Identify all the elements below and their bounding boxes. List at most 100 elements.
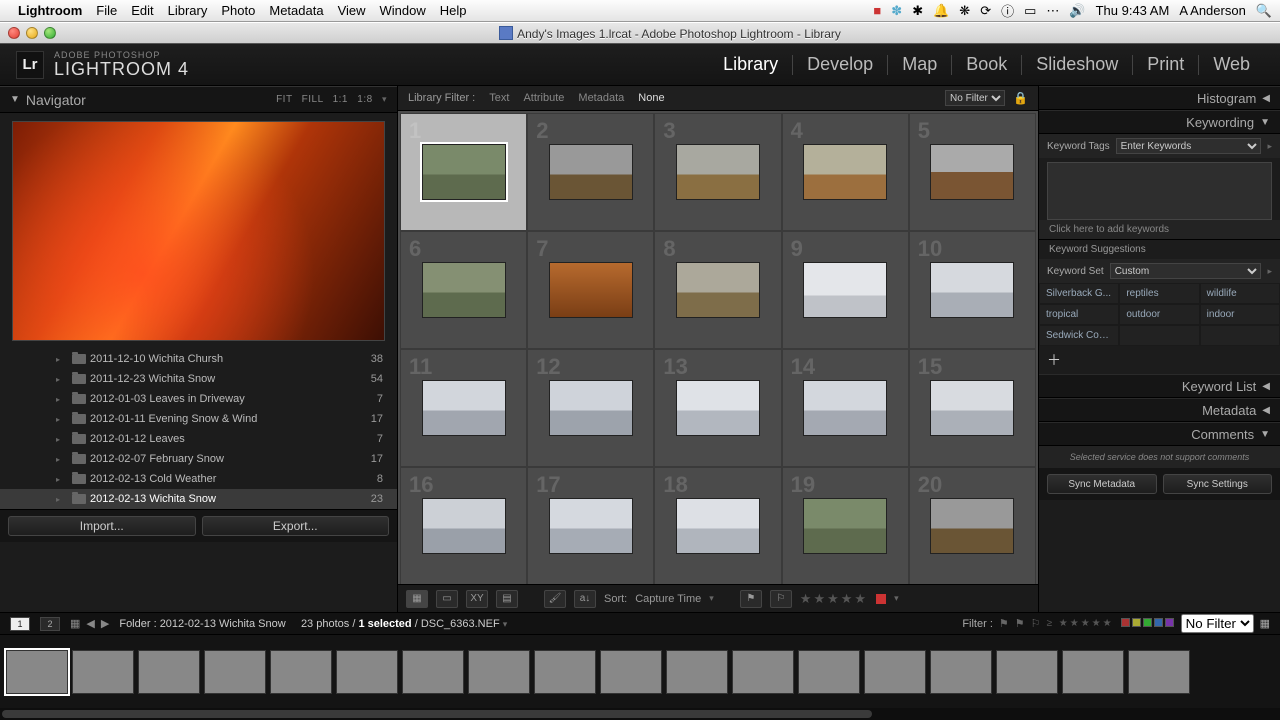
menu-file[interactable]: File: [96, 3, 117, 18]
status-icon[interactable]: ❋: [959, 3, 970, 19]
module-slideshow[interactable]: Slideshow: [1022, 54, 1132, 75]
display-icon[interactable]: ▭: [1024, 3, 1036, 19]
keyword-tags-mode[interactable]: Enter Keywords: [1116, 138, 1262, 154]
folder-row[interactable]: ▸2011-12-10 Wichita Chursh38: [0, 349, 397, 369]
folder-row[interactable]: ▸2012-02-13 Cold Weather8: [0, 469, 397, 489]
back-icon[interactable]: ◀: [86, 617, 94, 630]
module-develop[interactable]: Develop: [793, 54, 887, 75]
keyword-set-arrow-icon[interactable]: ▸: [1267, 266, 1272, 277]
filmstrip-thumb[interactable]: [1128, 650, 1190, 694]
grid-cell[interactable]: 14: [782, 349, 909, 467]
filmstrip[interactable]: [0, 634, 1280, 708]
folder-row[interactable]: ▸2012-02-13 Wichita Snow23: [0, 489, 397, 509]
filmstrip-thumb[interactable]: [336, 650, 398, 694]
grid-view-button[interactable]: ▦: [406, 590, 428, 608]
nav-zoom-fill[interactable]: FILL: [302, 94, 324, 105]
compare-view-button[interactable]: XY: [466, 590, 488, 608]
module-book[interactable]: Book: [952, 54, 1021, 75]
status-icon[interactable]: ■: [873, 3, 881, 18]
volume-icon[interactable]: 🔊: [1069, 3, 1085, 19]
keyword-add-button[interactable]: ＋: [1039, 346, 1280, 374]
filmstrip-thumb[interactable]: [270, 650, 332, 694]
painter-button[interactable]: 🖌: [544, 590, 566, 608]
menu-help[interactable]: Help: [440, 3, 467, 18]
rating-stars[interactable]: ★★★★★: [800, 591, 868, 607]
spotlight-icon[interactable]: 🔍: [1256, 3, 1272, 19]
filter-tab-metadata[interactable]: Metadata: [578, 92, 624, 104]
sync-metadata-button[interactable]: Sync Metadata: [1047, 474, 1157, 494]
nav-zoom-fit[interactable]: FIT: [276, 94, 292, 105]
filmstrip-thumb[interactable]: [996, 650, 1058, 694]
module-print[interactable]: Print: [1133, 54, 1198, 75]
filter-tab-attribute[interactable]: Attribute: [523, 92, 564, 104]
menubar-app[interactable]: Lightroom: [18, 3, 82, 18]
loupe-view-button[interactable]: ▭: [436, 590, 458, 608]
sort-value[interactable]: Capture Time: [635, 593, 701, 605]
keyword-suggestions-header[interactable]: Keyword Suggestions: [1039, 239, 1280, 259]
rating-filter[interactable]: ≥ ★★★★★: [1047, 618, 1114, 629]
menu-window[interactable]: Window: [380, 3, 426, 18]
grid-cell[interactable]: 5: [909, 113, 1036, 231]
sync-icon[interactable]: ⟳: [980, 3, 991, 19]
metadata-header[interactable]: Metadata◀: [1039, 398, 1280, 422]
filmstrip-filter-preset[interactable]: No Filter: [1181, 614, 1254, 633]
folder-row[interactable]: ▸2012-01-03 Leaves in Driveway7: [0, 389, 397, 409]
grid-cell[interactable]: 17: [527, 467, 654, 584]
module-library[interactable]: Library: [709, 54, 792, 75]
comments-header[interactable]: Comments▼: [1039, 422, 1280, 446]
keyword-entry-box[interactable]: [1047, 162, 1272, 220]
zoom-button[interactable]: [44, 27, 56, 39]
filmstrip-scrollbar[interactable]: [0, 708, 1280, 720]
keyword-chip[interactable]: [1200, 325, 1280, 346]
source-path[interactable]: Folder : 2012-02-13 Wichita Snow: [119, 618, 285, 630]
folder-row[interactable]: ▸2012-02-07 February Snow17: [0, 449, 397, 469]
secondary-display-2[interactable]: 2: [40, 617, 60, 631]
filmstrip-thumb[interactable]: [930, 650, 992, 694]
keyword-set-select[interactable]: Custom: [1110, 263, 1262, 279]
flag-filter-icon[interactable]: ⚑: [999, 617, 1009, 630]
nav-zoom-1to1[interactable]: 1:1: [333, 94, 348, 105]
keyword-chip[interactable]: wildlife: [1200, 283, 1280, 304]
folder-row[interactable]: ▸2012-01-12 Leaves7: [0, 429, 397, 449]
grid-cell[interactable]: 16: [400, 467, 527, 584]
notification-icon[interactable]: 🔔: [933, 3, 949, 19]
disclosure-icon[interactable]: ▼: [10, 94, 20, 105]
filmstrip-thumb[interactable]: [204, 650, 266, 694]
status-icon[interactable]: ✽: [891, 3, 902, 19]
flag-pick-button[interactable]: ⚑: [740, 590, 762, 608]
filter-lock-icon[interactable]: 🔒: [1013, 91, 1028, 105]
menu-library[interactable]: Library: [168, 3, 208, 18]
filmstrip-thumb[interactable]: [138, 650, 200, 694]
menu-metadata[interactable]: Metadata: [269, 3, 323, 18]
filmstrip-thumb[interactable]: [666, 650, 728, 694]
filmstrip-thumb[interactable]: [468, 650, 530, 694]
module-web[interactable]: Web: [1199, 54, 1264, 75]
filmstrip-thumb[interactable]: [402, 650, 464, 694]
keyword-list-header[interactable]: Keyword List◀: [1039, 374, 1280, 398]
keyword-chip[interactable]: indoor: [1200, 304, 1280, 325]
keyword-chip[interactable]: tropical: [1039, 304, 1119, 325]
color-filter[interactable]: [1120, 618, 1175, 630]
grid-cell[interactable]: 6: [400, 231, 527, 349]
histogram-header[interactable]: Histogram◀: [1039, 86, 1280, 110]
flag-reject-button[interactable]: ⚐: [770, 590, 792, 608]
grid-cell[interactable]: 9: [782, 231, 909, 349]
flag-filter-icon[interactable]: ⚐: [1031, 617, 1041, 630]
menubar-user[interactable]: A Anderson: [1179, 3, 1246, 18]
keywording-header[interactable]: Keywording▼: [1039, 110, 1280, 134]
menu-view[interactable]: View: [338, 3, 366, 18]
status-icon[interactable]: ⋯: [1046, 3, 1059, 19]
folder-row[interactable]: ▸2011-12-23 Wichita Snow54: [0, 369, 397, 389]
survey-view-button[interactable]: ▤: [496, 590, 518, 608]
status-icon[interactable]: ✱: [912, 3, 923, 19]
grid-cell[interactable]: 15: [909, 349, 1036, 467]
sync-settings-button[interactable]: Sync Settings: [1163, 474, 1273, 494]
status-icon[interactable]: ⓘ: [1001, 1, 1014, 20]
keyword-chip[interactable]: reptiles: [1119, 283, 1199, 304]
filmstrip-thumb[interactable]: [798, 650, 860, 694]
import-button[interactable]: Import...: [8, 516, 196, 536]
grid-cell[interactable]: 10: [909, 231, 1036, 349]
grid-icon[interactable]: ▦: [70, 617, 80, 630]
menubar-clock[interactable]: Thu 9:43 AM: [1096, 3, 1170, 18]
menu-edit[interactable]: Edit: [131, 3, 153, 18]
